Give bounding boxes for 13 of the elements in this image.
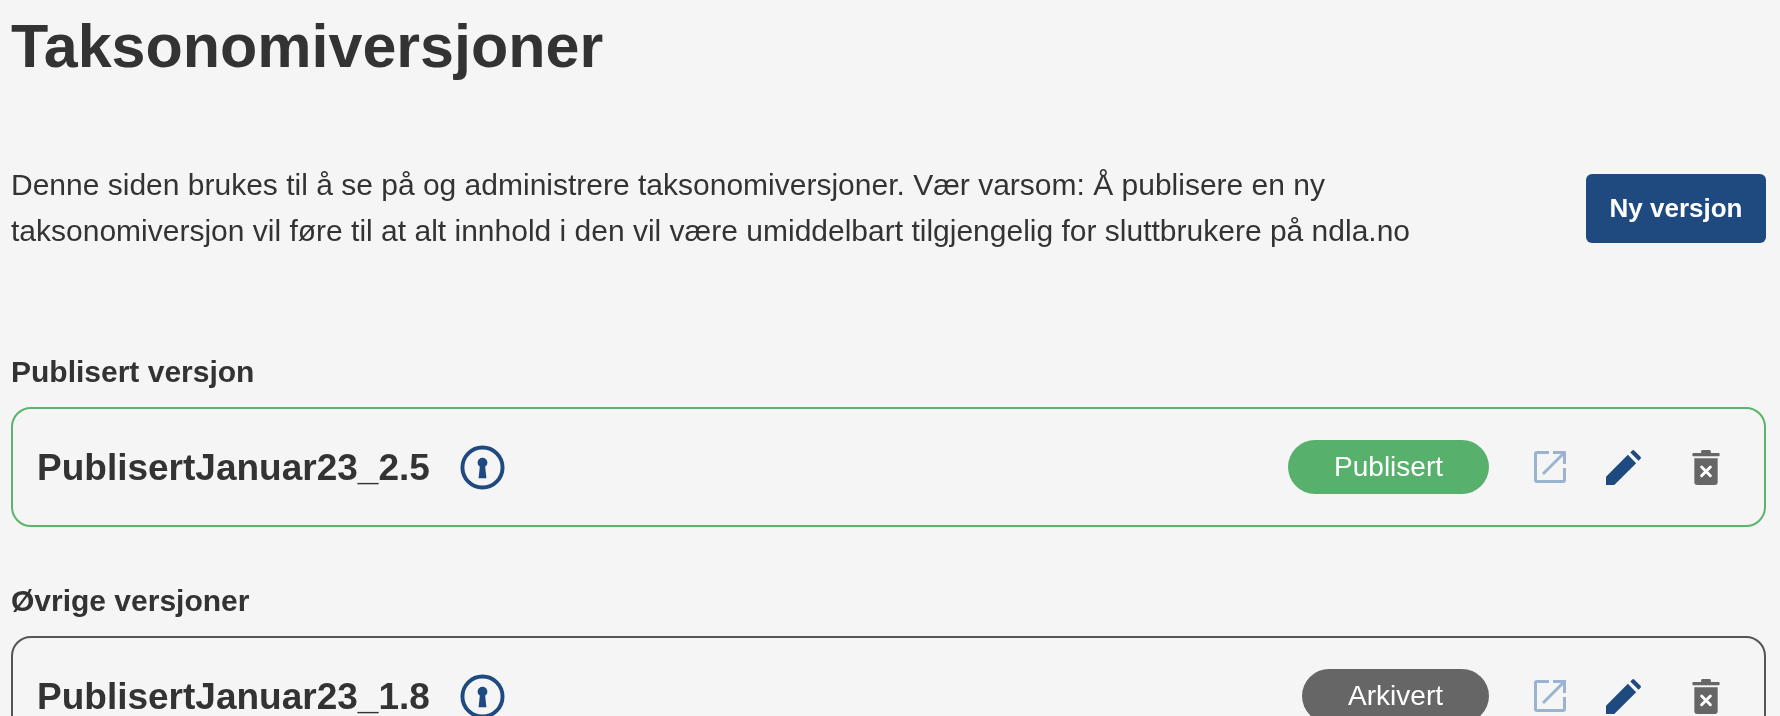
- page-description: Denne siden brukes til å se på og administrere taksonomiversjoner. Vær varsom: Å publisere en ny taksonomiversjon vil føre til at alt innhold i den vil være umiddelbart tilgjengelig for sluttbrukere på ndla.no: [11, 167, 1412, 249]
- section-heading: Øvrige versjoner: [11, 583, 251, 619]
- status-badge: Arkivert: [1302, 669, 1489, 716]
- pencil-icon[interactable]: [1606, 678, 1641, 714]
- status-badge: Publisert: [1288, 440, 1489, 494]
- pencil-icon[interactable]: [1606, 449, 1641, 485]
- trash-icon[interactable]: [1692, 449, 1720, 485]
- new-version-button[interactable]: Ny versjon: [1586, 173, 1766, 243]
- version-name: PublisertJanuar23_1.8: [37, 677, 430, 715]
- section-heading: Publisert versjon: [11, 354, 256, 390]
- page-title: Taksonomiversjoner: [11, 11, 605, 82]
- version-name: PublisertJanuar23_2.5: [37, 448, 430, 486]
- trash-icon[interactable]: [1692, 678, 1720, 714]
